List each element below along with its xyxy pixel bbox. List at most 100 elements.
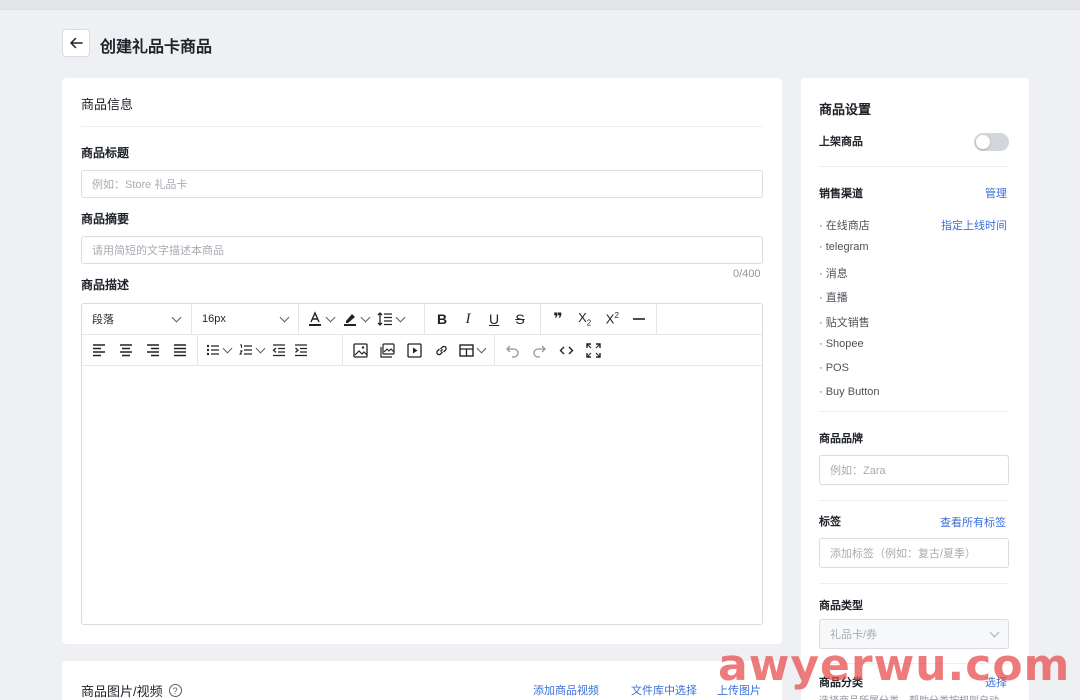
summary-input[interactable]: 请用简短的文字描述本商品 bbox=[81, 236, 763, 264]
chevron-down-icon bbox=[360, 312, 371, 322]
undo-icon bbox=[506, 345, 519, 358]
manage-channels-link[interactable]: 管理 bbox=[985, 185, 1007, 201]
code-icon bbox=[559, 346, 574, 354]
bold-button[interactable]: B bbox=[429, 308, 455, 330]
product-settings-card: 商品设置 上架商品 销售渠道 管理 指定上线时间 · 在线商店 · telegr… bbox=[801, 78, 1029, 700]
view-all-tags-link[interactable]: 查看所有标签 bbox=[940, 514, 1006, 530]
tags-input[interactable]: 添加标签（例如：复古/夏季） bbox=[819, 538, 1009, 568]
chevron-down-icon bbox=[279, 312, 290, 322]
editor-content-area[interactable] bbox=[82, 367, 762, 624]
highlighter-icon bbox=[344, 314, 356, 326]
numbered-list-icon bbox=[239, 344, 252, 355]
section-title: 商品信息 bbox=[81, 97, 134, 112]
align-justify-button[interactable] bbox=[166, 339, 193, 361]
line-height-icon bbox=[377, 312, 392, 326]
divider bbox=[819, 166, 1009, 167]
insert-video-button[interactable] bbox=[401, 339, 428, 361]
video-icon bbox=[407, 342, 422, 358]
highlight-button[interactable] bbox=[338, 308, 373, 330]
chevron-down-icon bbox=[222, 343, 233, 353]
channels-label: 销售渠道 bbox=[819, 188, 863, 200]
line-height-button[interactable] bbox=[373, 308, 408, 330]
outdent-button[interactable] bbox=[268, 339, 290, 361]
quote-icon: ❞ bbox=[553, 311, 563, 328]
watermark: awyerwu.com bbox=[718, 640, 1071, 691]
media-title-text: 商品图片/视频 bbox=[81, 684, 163, 699]
horizontal-rule-button[interactable] bbox=[626, 308, 652, 330]
channel-item: · POS bbox=[819, 362, 849, 374]
bullet-list-button[interactable] bbox=[202, 339, 235, 361]
indent-icon bbox=[295, 344, 307, 357]
tags-label: 标签 bbox=[819, 516, 841, 528]
superscript-icon: X2 bbox=[605, 311, 619, 327]
source-code-button[interactable] bbox=[553, 339, 580, 361]
bold-icon: B bbox=[436, 311, 448, 327]
divider bbox=[819, 583, 1009, 584]
add-video-link[interactable]: 添加商品视频 bbox=[533, 682, 599, 698]
font-size-select[interactable]: 16px bbox=[196, 308, 294, 330]
channel-item: · Shopee bbox=[819, 338, 864, 350]
italic-icon: I bbox=[465, 310, 471, 327]
schedule-link[interactable]: 指定上线时间 bbox=[941, 217, 1007, 233]
image-icon bbox=[353, 342, 368, 358]
title-input[interactable]: 例如：Store 礼品卡 bbox=[81, 170, 763, 198]
file-library-link[interactable]: 文件库中选择 bbox=[631, 682, 697, 698]
align-center-icon bbox=[120, 344, 133, 357]
insert-link-button[interactable] bbox=[428, 339, 455, 361]
media-title: 商品图片/视频 ? bbox=[81, 681, 182, 700]
insert-image-button[interactable] bbox=[347, 339, 374, 361]
block-format-select[interactable]: 段落 bbox=[86, 308, 186, 330]
page-title: 创建礼品卡商品 bbox=[100, 39, 213, 56]
summary-counter: 0/400 bbox=[733, 268, 761, 280]
settings-title: 商品设置 bbox=[819, 102, 872, 117]
gallery-icon bbox=[380, 342, 395, 358]
category-hint: 选择商品所属分类，帮助分类按规则自动 bbox=[819, 692, 999, 700]
channel-item: · Buy Button bbox=[819, 386, 880, 398]
fullscreen-icon bbox=[586, 342, 601, 358]
chevron-down-icon bbox=[325, 312, 336, 322]
align-left-button[interactable] bbox=[86, 339, 113, 361]
align-right-button[interactable] bbox=[140, 339, 167, 361]
redo-icon bbox=[533, 345, 546, 358]
bullet-list-icon bbox=[206, 344, 219, 356]
arrow-left-icon bbox=[70, 37, 83, 49]
underline-button[interactable]: U bbox=[481, 308, 507, 330]
channel-item: · 消息 bbox=[819, 268, 848, 280]
outdent-icon bbox=[272, 344, 285, 357]
align-right-icon bbox=[146, 344, 159, 357]
channel-item: · 在线商店 bbox=[819, 220, 870, 232]
link-icon bbox=[436, 345, 447, 355]
indent-button[interactable] bbox=[290, 339, 312, 361]
back-button[interactable] bbox=[62, 29, 90, 57]
brand-input[interactable]: 例如：Zara bbox=[819, 455, 1009, 485]
subscript-button[interactable]: X2 bbox=[571, 308, 599, 330]
insert-gallery-button[interactable] bbox=[374, 339, 401, 361]
fullscreen-button[interactable] bbox=[580, 339, 607, 361]
superscript-button[interactable]: X2 bbox=[599, 308, 627, 330]
description-label: 商品描述 bbox=[81, 278, 130, 292]
block-format-value: 段落 bbox=[92, 314, 114, 326]
blockquote-button[interactable]: ❞ bbox=[545, 308, 571, 330]
divider bbox=[81, 126, 763, 127]
font-color-button[interactable] bbox=[303, 308, 338, 330]
strikethrough-button[interactable]: S bbox=[507, 308, 533, 330]
align-left-icon bbox=[93, 344, 106, 357]
insert-table-button[interactable] bbox=[455, 339, 489, 361]
subscript-icon: X2 bbox=[578, 310, 592, 328]
channel-item: · 直播 bbox=[819, 292, 848, 304]
numbered-list-button[interactable] bbox=[235, 339, 268, 361]
help-icon[interactable]: ? bbox=[168, 684, 182, 697]
chevron-down-icon bbox=[989, 627, 1000, 637]
chevron-down-icon bbox=[476, 343, 487, 353]
channel-item: · telegram bbox=[819, 241, 869, 253]
editor-toolbar-row-2 bbox=[82, 335, 762, 366]
brand-label: 商品品牌 bbox=[819, 433, 863, 445]
channel-item: · 贴文销售 bbox=[819, 317, 870, 329]
editor-toolbar-row-1: 段落 16px B I U S ❞ X2 X2 bbox=[82, 304, 762, 335]
undo-button[interactable] bbox=[499, 339, 526, 361]
align-center-button[interactable] bbox=[113, 339, 140, 361]
publish-toggle[interactable] bbox=[974, 133, 1009, 151]
italic-button[interactable]: I bbox=[455, 308, 481, 330]
redo-button[interactable] bbox=[526, 339, 553, 361]
chevron-down-icon bbox=[171, 312, 182, 322]
